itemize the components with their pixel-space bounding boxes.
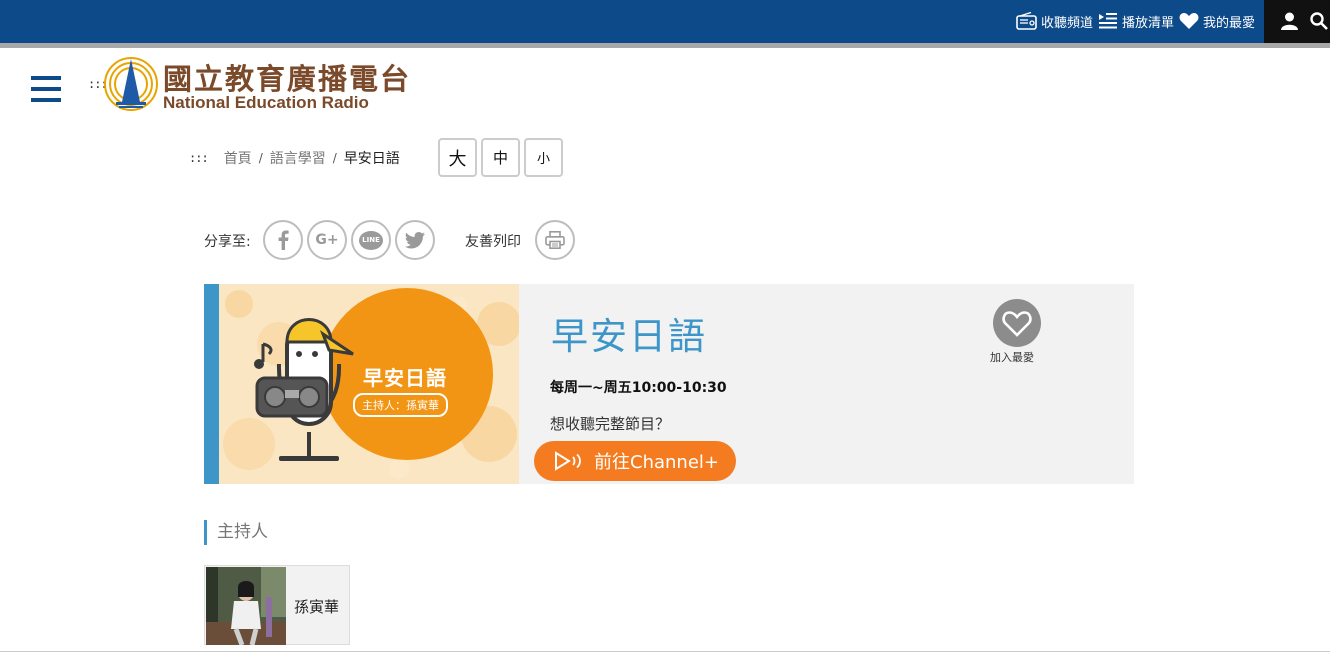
playlist-label: 播放清單 (1122, 15, 1175, 31)
breadcrumb-separator: / (332, 151, 337, 165)
user-icon[interactable] (1281, 12, 1298, 30)
playlist-link[interactable]: 播放清單 (1098, 11, 1174, 31)
facebook-share-button[interactable] (263, 220, 303, 260)
logo-emblem-icon (104, 57, 158, 111)
logo[interactable]: 國立教育廣播電台 National Education Radio (103, 56, 409, 112)
font-size-large-button[interactable]: 大 (438, 138, 477, 177)
host-card[interactable]: 孫寅華 (204, 565, 350, 645)
host-name: 孫寅華 (294, 598, 340, 616)
line-icon-text: LINE (362, 236, 380, 244)
breadcrumb-current: 早安日語 (343, 151, 400, 167)
program-question: 想收聽完整節目？ (550, 415, 671, 433)
my-favorites-label: 我的最愛 (1203, 15, 1256, 31)
breadcrumb-language-learning-link[interactable]: 語言學習 (270, 148, 326, 168)
radio-icon (1016, 12, 1037, 30)
program-card: 早安日語 主持人：孫寅華 早安日語 每周一~周五10:00-10:30 想收聽完… (204, 284, 1134, 484)
add-favorite-button[interactable] (993, 299, 1041, 347)
hamburger-menu-icon[interactable] (31, 76, 61, 102)
add-favorite-label: 加入最愛 (990, 351, 1034, 364)
playlist-icon (1099, 13, 1117, 29)
user-search-block (1264, 0, 1330, 43)
breadcrumb-home-link[interactable]: 首頁 (224, 148, 252, 168)
banner-program-title: 早安日語 (363, 366, 447, 390)
channel-plus-label: 前往Channel+ (594, 452, 719, 473)
line-icon: LINE (359, 230, 383, 250)
heart-icon (1179, 13, 1199, 29)
listen-channel-link[interactable]: 收聽頻道 (1016, 11, 1093, 31)
search-icon[interactable] (1310, 12, 1328, 30)
breadcrumb-separator: / (258, 151, 263, 165)
line-share-button[interactable]: LINE (351, 220, 391, 260)
program-title: 早安日語 (551, 315, 707, 358)
play-sound-icon (555, 451, 581, 471)
logo-english-text: National Education Radio (163, 93, 369, 112)
twitter-icon (405, 231, 425, 248)
go-to-channel-plus-button[interactable]: 前往Channel+ (534, 441, 736, 481)
banner-host-label: 主持人：孫寅華 (353, 393, 448, 417)
print-label: 友善列印 (465, 234, 521, 250)
listen-channel-label: 收聽頻道 (1041, 15, 1094, 31)
breadcrumb: ::: 首頁 / 語言學習 / 早安日語 (189, 148, 400, 168)
font-size-small-button[interactable]: 小 (524, 138, 563, 177)
share-label: 分享至: (204, 234, 251, 250)
google-plus-share-button[interactable]: G+ (307, 220, 347, 260)
logo-chinese-text: 國立教育廣播電台 (163, 62, 412, 96)
top-bar-divider (0, 43, 1330, 48)
program-schedule: 每周一~周五10:00-10:30 (550, 380, 727, 396)
print-button[interactable] (535, 220, 575, 260)
host-photo-illustration (206, 567, 286, 645)
google-plus-icon: G+ (315, 232, 339, 248)
my-favorites-link[interactable]: 我的最愛 (1179, 11, 1255, 31)
host-section-heading: 主持人 (204, 520, 268, 545)
twitter-share-button[interactable] (395, 220, 435, 260)
heart-outline-icon (1002, 310, 1032, 337)
program-card-accent-strip (204, 284, 219, 484)
host-photo (206, 567, 286, 645)
font-size-medium-button[interactable]: 中 (481, 138, 520, 177)
breadcrumb-dots[interactable]: ::: (189, 151, 209, 165)
printer-icon (545, 231, 565, 249)
facebook-icon (278, 230, 289, 250)
program-banner-image: 早安日語 主持人：孫寅華 (219, 284, 519, 484)
